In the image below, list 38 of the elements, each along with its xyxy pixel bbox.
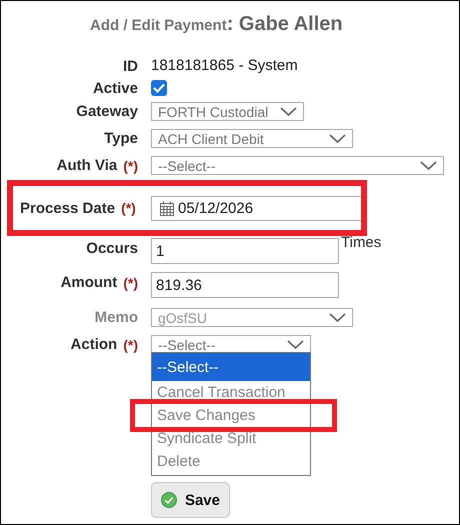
dropdown[interactable]: --Select-- bbox=[151, 156, 444, 175]
field-label: Type bbox=[104, 130, 138, 147]
field-label: Action bbox=[70, 336, 118, 353]
dropdown-option[interactable]: Cancel Transaction bbox=[152, 381, 310, 404]
dropdown-option[interactable]: Delete bbox=[152, 450, 310, 473]
dropdown-option[interactable]: --Select-- bbox=[152, 353, 310, 381]
required-mark: (*) bbox=[123, 158, 138, 174]
date-field[interactable]: 05/12/2026 bbox=[151, 196, 363, 220]
required-mark: (*) bbox=[123, 274, 138, 290]
checkbox[interactable] bbox=[151, 80, 167, 96]
calendar-icon bbox=[160, 200, 174, 216]
field-label: Active bbox=[92, 80, 138, 96]
field-label: Gateway bbox=[76, 103, 138, 120]
dropdown-option[interactable]: Syndicate Split bbox=[152, 427, 310, 450]
check-circle-icon bbox=[161, 490, 177, 510]
required-mark: (*) bbox=[121, 200, 136, 216]
chevron-icon bbox=[329, 134, 346, 143]
page-title: Add / Edit Payment bbox=[90, 17, 227, 34]
customer-name: : Gabe Allen bbox=[226, 13, 343, 36]
chevron-icon bbox=[420, 161, 437, 170]
field-label: ID bbox=[123, 58, 138, 74]
field-label: Occurs bbox=[86, 240, 138, 257]
field-value: 1818181865 - System bbox=[151, 57, 298, 74]
input-field[interactable]: 1 bbox=[151, 238, 339, 264]
unit-label: Times bbox=[341, 234, 382, 251]
chevron-icon bbox=[287, 340, 304, 349]
dropdown[interactable]: FORTH Custodial bbox=[151, 102, 304, 121]
input-field[interactable]: 819.36 bbox=[151, 272, 339, 298]
field-label: Amount bbox=[60, 274, 118, 291]
field-label: Auth Via bbox=[56, 157, 118, 174]
chevron-icon bbox=[329, 313, 346, 322]
chevron-icon bbox=[280, 107, 297, 116]
save-button[interactable]: Save bbox=[151, 482, 230, 518]
required-mark: (*) bbox=[123, 336, 138, 352]
field-label: Memo bbox=[94, 309, 138, 326]
field-label: Process Date bbox=[20, 200, 116, 216]
dropdown-option[interactable]: Save Changes bbox=[152, 404, 310, 427]
dropdown[interactable]: ACH Client Debit bbox=[151, 129, 353, 148]
